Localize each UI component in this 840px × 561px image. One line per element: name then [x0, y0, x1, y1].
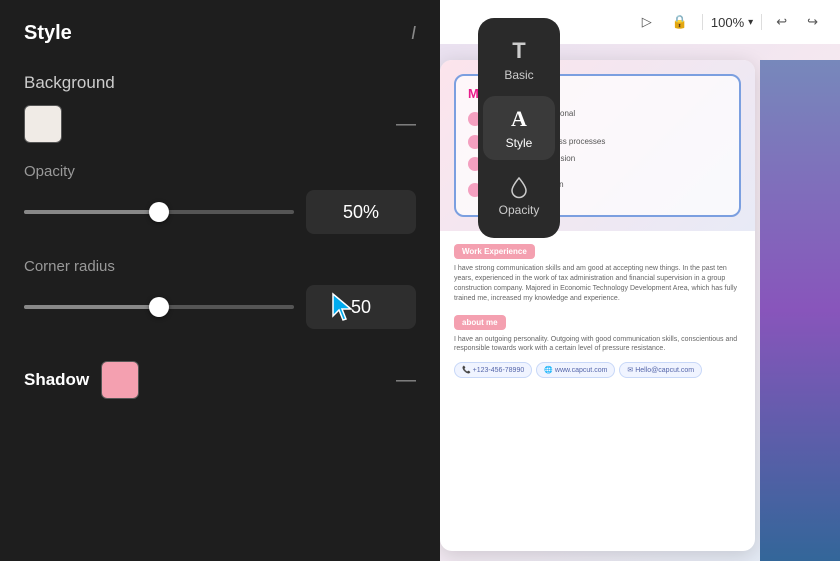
contact-email: ✉ Hello@capcut.com — [619, 362, 702, 378]
basic-text-icon: T — [512, 38, 525, 64]
toolbar-item-basic[interactable]: T Basic — [483, 28, 555, 92]
topbar-divider — [702, 14, 703, 30]
opacity-label: Opacity — [24, 163, 416, 180]
style-text-icon: A — [511, 106, 527, 132]
right-toolbar: T Basic A Style Opacity — [478, 18, 560, 238]
zoom-control[interactable]: 100% ▾ — [711, 15, 753, 30]
toolbar-basic-label: Basic — [504, 68, 533, 82]
contact-website: 🌐 www.capcut.com — [536, 362, 615, 378]
photo-area — [760, 60, 840, 561]
about-section: about me I have an outgoing personality.… — [454, 312, 741, 355]
opacity-value-input[interactable]: 50% — [306, 190, 416, 234]
shadow-label: Shadow — [24, 370, 89, 390]
corner-radius-section: Corner radius 50 — [0, 250, 440, 345]
toolbar-item-style[interactable]: A Style — [483, 96, 555, 160]
corner-slider-row: 50 — [24, 285, 416, 329]
panel-title: Style — [24, 22, 72, 45]
zoom-chevron: ▾ — [748, 17, 753, 28]
redo-btn[interactable]: ↪ — [801, 12, 824, 32]
toolbar-item-opacity[interactable]: Opacity — [483, 164, 555, 228]
shadow-section: Shadow — — [0, 345, 440, 415]
work-experience-badge: Work Experience — [454, 244, 535, 259]
shadow-dash[interactable]: — — [396, 369, 416, 392]
work-experience-text: I have strong communication skills and a… — [454, 264, 741, 303]
panel-header: Style I — [0, 0, 440, 61]
corner-slider-thumb[interactable] — [149, 297, 169, 317]
italic-icon[interactable]: I — [411, 23, 416, 44]
background-row: — — [24, 105, 416, 143]
cursor-tool-btn[interactable]: ▷ — [636, 12, 658, 32]
about-text: I have an outgoing personality. Outgoing… — [454, 335, 741, 355]
corner-slider-fill — [24, 305, 159, 309]
opacity-slider-fill — [24, 210, 159, 214]
opacity-drop-icon — [507, 175, 531, 199]
corner-radius-value-input[interactable]: 50 — [306, 285, 416, 329]
opacity-slider-track[interactable] — [24, 210, 294, 214]
shadow-color-swatch[interactable] — [101, 361, 139, 399]
corner-radius-label: Corner radius — [24, 258, 416, 275]
undo-btn[interactable]: ↩ — [770, 12, 793, 32]
background-label: Background — [24, 73, 416, 93]
about-badge: about me — [454, 315, 506, 330]
opacity-slider-thumb[interactable] — [149, 202, 169, 222]
background-section: Background — — [0, 61, 440, 155]
contact-row: 📞 +123-456-78990 🌐 www.capcut.com ✉ Hell… — [454, 362, 741, 378]
background-color-swatch[interactable] — [24, 105, 62, 143]
contact-phone: 📞 +123-456-78990 — [454, 362, 532, 378]
toolbar-style-label: Style — [506, 136, 533, 150]
resume-bottom-section: Work Experience I have strong communicat… — [440, 231, 755, 388]
photo-silhouette — [760, 60, 840, 561]
corner-slider-track[interactable] — [24, 305, 294, 309]
zoom-value: 100% — [711, 15, 744, 30]
topbar-divider2 — [761, 14, 762, 30]
toolbar-opacity-label: Opacity — [499, 203, 540, 217]
background-dash[interactable]: — — [396, 113, 416, 136]
opacity-slider-row: 50% — [24, 190, 416, 234]
lock-btn[interactable]: 🔒 — [666, 12, 694, 32]
style-panel: Style I Background — Opacity 50% Corner … — [0, 0, 440, 561]
opacity-section: Opacity 50% — [0, 155, 440, 250]
